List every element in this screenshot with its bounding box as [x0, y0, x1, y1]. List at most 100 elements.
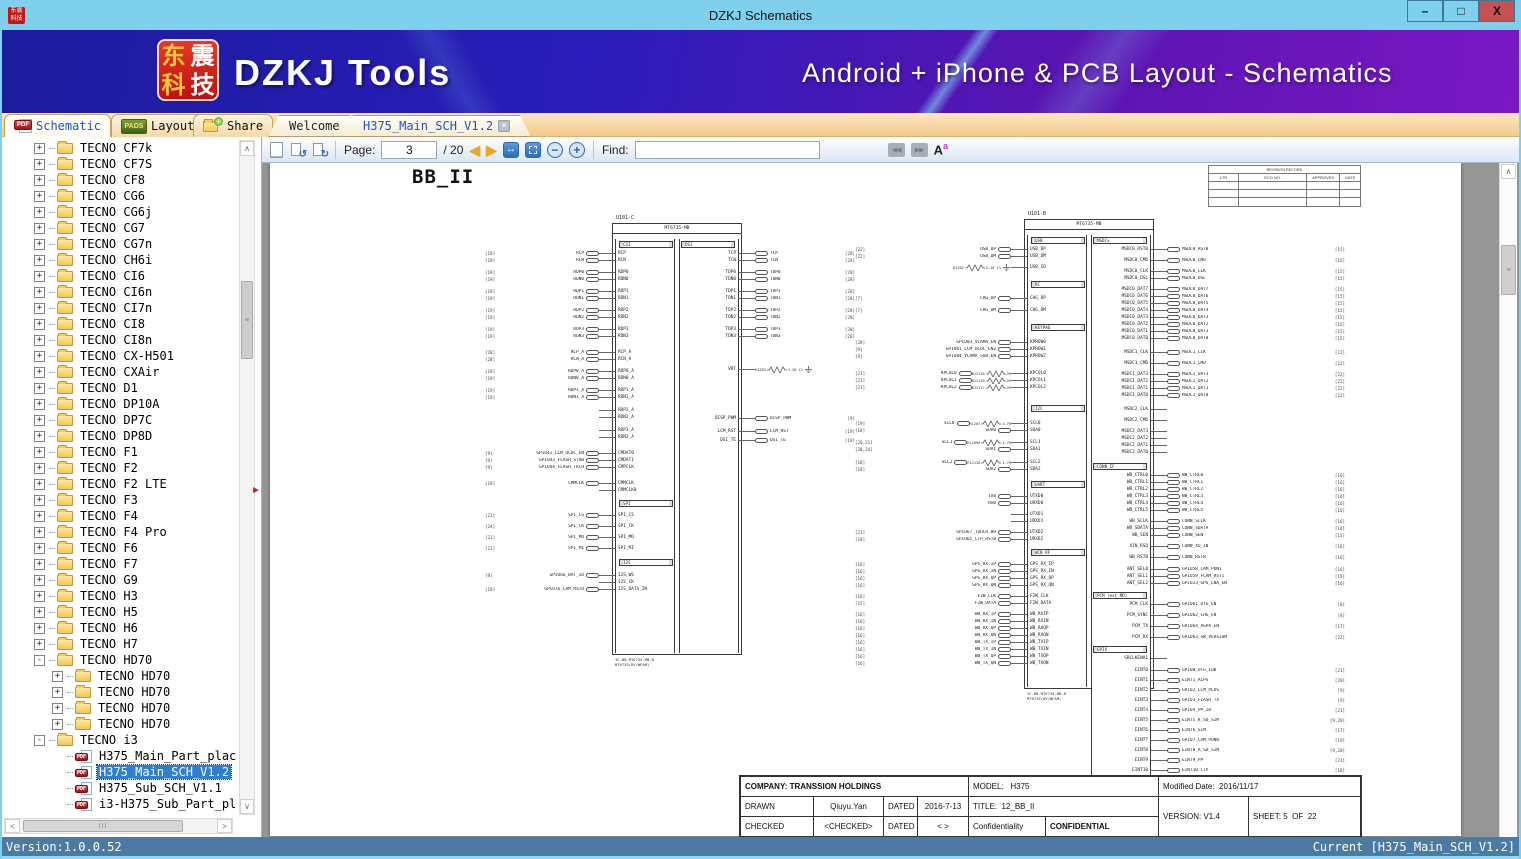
close-button[interactable]: X [1479, 0, 1515, 22]
expand-icon[interactable]: + [34, 606, 45, 618]
tree-item-folder[interactable]: + TECNO F6 [2, 540, 237, 556]
tree-item-folder[interactable]: + TECNO CI8 [2, 316, 237, 332]
tree-item-folder[interactable]: + TECNO CG6 [2, 188, 237, 204]
expand-icon[interactable]: + [34, 526, 45, 538]
tree-item-folder[interactable]: + TECNO F3 [2, 492, 237, 508]
expand-icon[interactable]: + [34, 254, 45, 266]
tree-item-folder[interactable]: + TECNO HD70 [2, 700, 237, 716]
tree-item-folder[interactable]: + TECNO CI7n [2, 300, 237, 316]
tree-item-folder[interactable]: + TECNO DP7C [2, 412, 237, 428]
expand-icon[interactable]: + [34, 174, 45, 186]
panel-collapse-arrow[interactable]: ► [251, 485, 261, 496]
expand-icon[interactable]: + [34, 302, 45, 314]
tree-item-folder[interactable]: + TECNO CXAir [2, 364, 237, 380]
tree-item-folder[interactable]: + TECNO CG7 [2, 220, 237, 236]
tree-item-folder[interactable]: + TECNO CF7S [2, 156, 237, 172]
tree-item-folder[interactable]: + TECNO CX-H501 [2, 348, 237, 364]
find-input[interactable] [634, 140, 820, 159]
search-prev-icon[interactable]: ◀◀ [887, 142, 905, 157]
minimize-button[interactable]: – [1407, 0, 1443, 22]
font-size-icon[interactable]: Aa [934, 141, 948, 157]
expand-icon[interactable]: + [52, 670, 63, 682]
tree-item-folder[interactable]: + TECNO CI6n [2, 284, 237, 300]
tree-item-folder[interactable]: + TECNO CF7k [2, 140, 237, 156]
expand-icon[interactable]: + [34, 286, 45, 298]
tree-item-folder[interactable]: + TECNO HD70 [2, 668, 237, 684]
expand-icon[interactable]: + [34, 478, 45, 490]
collapse-icon[interactable]: - [34, 654, 45, 666]
tree-item-folder[interactable]: + TECNO DP8D [2, 428, 237, 444]
expand-icon[interactable]: + [34, 382, 45, 394]
tree-item-folder[interactable]: + TECNO H6 [2, 620, 237, 636]
tree-item-folder[interactable]: + TECNO F4 [2, 508, 237, 524]
expand-icon[interactable]: + [34, 494, 45, 506]
scroll-up-icon[interactable]: ∧ [240, 141, 254, 156]
search-next-icon[interactable]: ▶▶ [910, 142, 928, 157]
tree-item-folder[interactable]: + TECNO F2 [2, 460, 237, 476]
tab-document-h375[interactable]: H375_Main_SCH_V1.2 ✕ [342, 115, 531, 137]
expand-icon[interactable]: + [34, 430, 45, 442]
tree-item-folder[interactable]: + TECNO F2 LTE [2, 476, 237, 492]
tree-item-folder[interactable]: + TECNO DP10A [2, 396, 237, 412]
expand-icon[interactable]: + [52, 686, 63, 698]
expand-icon[interactable]: + [34, 270, 45, 282]
expand-icon[interactable]: + [34, 318, 45, 330]
expand-icon[interactable]: + [34, 446, 45, 458]
scroll-left-icon[interactable]: < [5, 819, 20, 833]
expand-icon[interactable]: + [34, 190, 45, 202]
tree-item-pdf[interactable]: PDF H375_Main_SCH_V1.2 [2, 764, 237, 780]
expand-icon[interactable]: + [34, 350, 45, 362]
scrollbar-thumb[interactable]: ≡ [241, 281, 253, 359]
viewer-vertical-scrollbar[interactable]: ∧ ≡ [1499, 163, 1517, 837]
tree-item-folder[interactable]: + TECNO CF8 [2, 172, 237, 188]
zoom-in-icon[interactable]: + [568, 141, 585, 158]
tree-item-folder[interactable]: - TECNO i3 [2, 732, 237, 748]
tab-close-icon[interactable]: ✕ [498, 120, 510, 132]
expand-icon[interactable]: + [34, 398, 45, 410]
tree-item-folder[interactable]: + TECNO HD70 [2, 716, 237, 732]
tree-item-folder[interactable]: + TECNO CG7n [2, 236, 237, 252]
tree-item-folder[interactable]: + TECNO CG6j [2, 204, 237, 220]
expand-icon[interactable]: + [34, 142, 45, 154]
zoom-out-icon[interactable]: − [546, 141, 563, 158]
prev-page-icon[interactable]: ◀ [469, 143, 480, 157]
tree-item-pdf[interactable]: PDF H375_Sub_SCH_V1.1 [2, 780, 237, 796]
sidebar-horizontal-scrollbar[interactable]: < > III [4, 818, 233, 834]
expand-icon[interactable]: + [34, 414, 45, 426]
scroll-down-icon[interactable]: ∨ [240, 799, 254, 814]
tree-item-folder[interactable]: + TECNO H5 [2, 604, 237, 620]
collapse-icon[interactable]: - [34, 734, 45, 746]
scroll-up-icon[interactable]: ∧ [1501, 164, 1516, 179]
document-icon[interactable] [270, 141, 283, 158]
tree-item-folder[interactable]: + TECNO CH6i [2, 252, 237, 268]
fit-width-icon[interactable]: ↔ [502, 141, 519, 158]
expand-icon[interactable]: + [34, 510, 45, 522]
tree-item-pdf[interactable]: PDF H375_Main_Part_placement_ [2, 748, 237, 764]
expand-icon[interactable]: + [34, 238, 45, 250]
rotate-left-icon[interactable]: ↺ [289, 142, 307, 160]
next-page-icon[interactable]: ▶ [486, 143, 497, 157]
expand-icon[interactable]: + [34, 462, 45, 474]
scrollbar-thumb[interactable]: III [23, 820, 183, 832]
tab-share[interactable]: + Share [193, 114, 274, 137]
sidebar-vertical-scrollbar[interactable]: ∧ ∨ ≡ [239, 140, 255, 815]
expand-icon[interactable]: + [34, 574, 45, 586]
tree-item-pdf[interactable]: PDF i3-H375_Sub_Part_placemen [2, 796, 237, 812]
tree-item-folder[interactable]: + TECNO H7 [2, 636, 237, 652]
tree-item-folder[interactable]: + TECNO HD70 [2, 684, 237, 700]
expand-icon[interactable]: + [52, 718, 63, 730]
expand-icon[interactable]: + [34, 558, 45, 570]
scrollbar-thumb[interactable]: ≡ [1501, 245, 1516, 295]
expand-icon[interactable]: + [34, 334, 45, 346]
tree-item-folder[interactable]: + TECNO D1 [2, 380, 237, 396]
tree-item-folder[interactable]: + TECNO H3 [2, 588, 237, 604]
tree-item-folder[interactable]: + TECNO CI6 [2, 268, 237, 284]
scroll-right-icon[interactable]: > [217, 819, 232, 833]
expand-icon[interactable]: + [34, 222, 45, 234]
tree-item-folder[interactable]: - TECNO HD70 [2, 652, 237, 668]
tree-item-folder[interactable]: + TECNO F7 [2, 556, 237, 572]
tab-layout[interactable]: PADS Layout [111, 114, 205, 137]
maximize-button[interactable]: □ [1443, 0, 1479, 22]
expand-icon[interactable]: + [52, 702, 63, 714]
expand-icon[interactable]: + [34, 366, 45, 378]
